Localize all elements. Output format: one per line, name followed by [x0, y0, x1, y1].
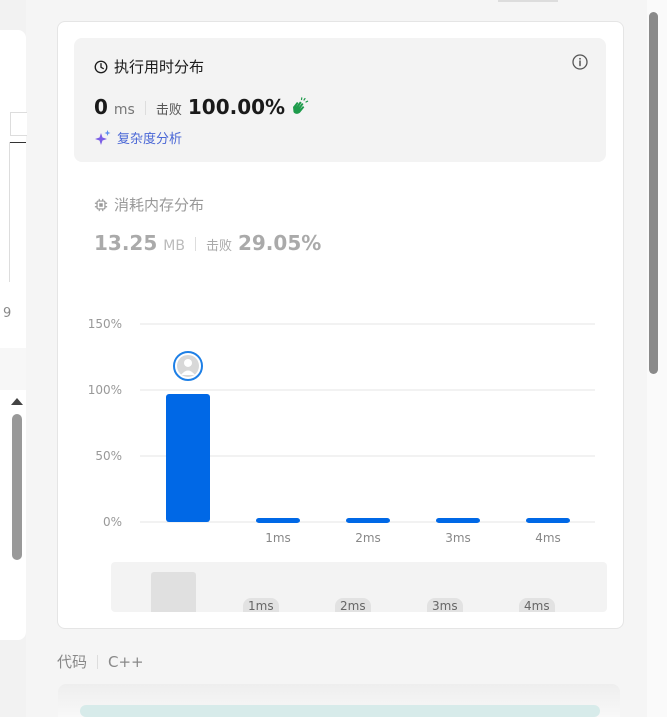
top-divider — [498, 0, 558, 2]
slider-tick-label: 3ms — [427, 598, 463, 612]
left-input[interactable] — [10, 112, 27, 136]
left-divider — [10, 142, 26, 143]
runtime-value: 0 — [94, 95, 108, 119]
chart-range-slider[interactable]: 1ms 2ms 3ms 4ms — [111, 562, 607, 612]
left-scrollbar-thumb[interactable] — [12, 414, 22, 560]
memory-unit: MB — [163, 238, 185, 254]
memory-beat-label: 击败 — [205, 239, 232, 254]
slider-tick-label: 1ms — [243, 598, 279, 612]
complexity-label: 复杂度分析 — [117, 132, 183, 147]
runtime-title-row: 执行用时分布 — [94, 56, 204, 77]
clapping-hands-icon — [293, 97, 309, 114]
stat-separator — [144, 101, 146, 115]
x-tick-label: 1ms — [265, 531, 291, 542]
left-line-number: 9 — [3, 306, 12, 321]
y-tick-label: 0% — [103, 515, 122, 529]
chart-bar — [436, 518, 480, 524]
stat-separator — [194, 237, 196, 251]
avatar-head — [184, 358, 192, 367]
chart-bar — [526, 518, 570, 524]
x-tick-label: 2ms — [355, 531, 381, 542]
info-icon[interactable] — [572, 54, 588, 70]
slider-tick-label: 4ms — [519, 598, 555, 612]
runtime-beat-percent: 100.00% — [187, 95, 286, 119]
memory-stats: 13.25 MB 击败 29.05% — [94, 231, 321, 255]
runtime-stats: 0 ms 击败 100.00% — [94, 94, 309, 119]
slider-tick-label: 2ms — [335, 598, 371, 612]
chart-bar — [256, 518, 300, 524]
chart-bar — [346, 518, 390, 524]
y-tick-label: 50% — [95, 449, 122, 463]
left-vertical-divider — [9, 142, 10, 282]
memory-beat-percent: 29.05% — [237, 231, 322, 255]
runtime-beat-label: 击败 — [155, 103, 182, 118]
chart-bar — [166, 393, 210, 522]
memory-panel[interactable]: 消耗内存分布 13.25 MB 击败 29.05% — [94, 194, 321, 255]
slider-handle[interactable] — [151, 572, 196, 612]
runtime-title: 执行用时分布 — [114, 58, 205, 76]
y-tick-label: 100% — [88, 383, 122, 397]
memory-title-row: 消耗内存分布 — [94, 194, 321, 215]
scroll-up-arrow-icon[interactable] — [11, 398, 23, 405]
memory-value: 13.25 — [94, 231, 158, 255]
complexity-analysis-link[interactable]: 复杂度分析 — [94, 128, 182, 147]
code-info-row: 代码 C++ — [57, 651, 144, 672]
clock-icon — [94, 60, 108, 73]
left-box — [0, 348, 26, 390]
sparkle-icon — [95, 129, 111, 145]
runtime-panel[interactable]: 执行用时分布 0 ms 击败 100.00% 复杂度分析 — [74, 38, 606, 162]
y-tick-label: 150% — [88, 317, 122, 331]
code-separator — [97, 654, 99, 669]
chip-icon — [94, 198, 108, 211]
code-label: 代码 — [57, 653, 88, 671]
runtime-unit: ms — [113, 102, 135, 118]
code-highlight-strip — [80, 705, 600, 717]
code-language: C++ — [108, 652, 144, 671]
x-tick-label: 3ms — [445, 531, 471, 542]
x-tick-label: 4ms — [535, 531, 561, 542]
runtime-distribution-chart: 150% 100% 50% 0% 1ms 2ms 3ms 4ms — [88, 317, 595, 542]
memory-title: 消耗内存分布 — [114, 196, 205, 214]
result-card: 执行用时分布 0 ms 击败 100.00% 复杂度分析 消耗内存分布 13.2… — [57, 21, 624, 629]
right-scrollbar-thumb[interactable] — [649, 12, 658, 374]
